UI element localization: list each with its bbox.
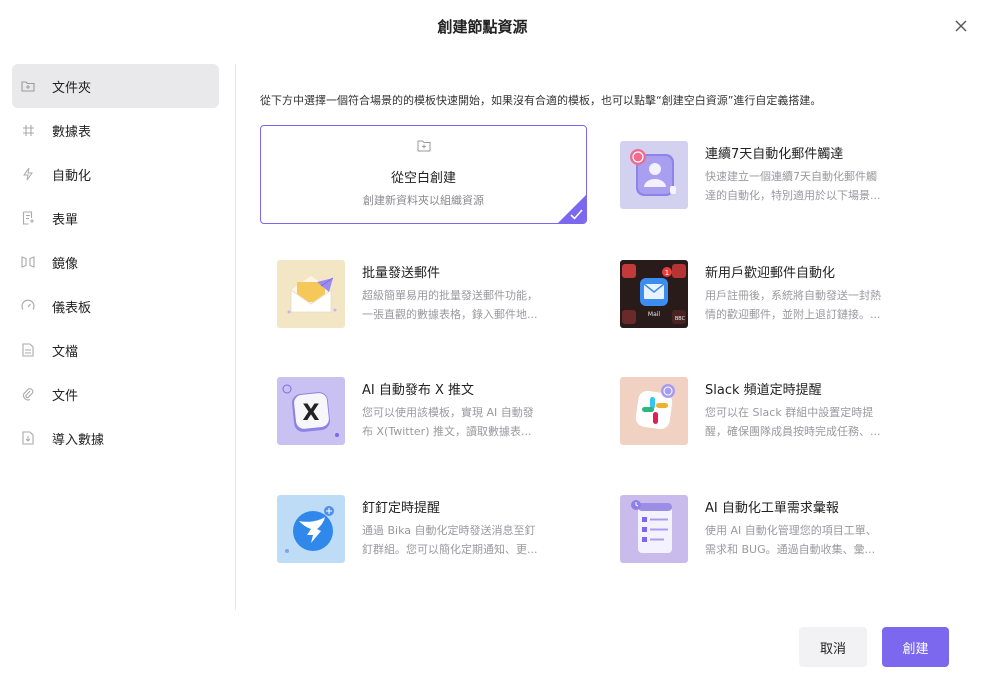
template-thumbnail xyxy=(620,377,688,445)
gauge-icon xyxy=(20,298,36,314)
template-title: 批量發送郵件 xyxy=(362,266,441,281)
create-button[interactable]: 創建 xyxy=(882,627,949,667)
sidebar-item-label: 導入數據 xyxy=(52,432,105,448)
sidebar-item-datasheet[interactable]: 數據表 xyxy=(12,108,219,152)
grid-icon xyxy=(20,122,36,138)
sidebar-item-folder[interactable]: 文件夾 xyxy=(12,64,219,108)
create-blank-subtitle: 創建新資料夾以組織資源 xyxy=(363,194,484,207)
template-description: 您可以使用該模板，實現 AI 自動發布 X(Twitter) 推文，讀取數據表.… xyxy=(362,406,534,438)
template-description: 超級簡單易用的批量發送郵件功能， 一張直觀的數據表格，錄入郵件地... xyxy=(362,289,538,321)
sidebar-item-label: 文件夾 xyxy=(52,80,92,96)
template-card[interactable]: X AI 自動發布 X 推文 您可以使用該模板，實現 AI 自動發布 X(Twi… xyxy=(277,377,577,447)
template-description: 用戶註冊後，系統將自動發送一封熱 情的歡迎郵件，並附上退訂鏈接。... xyxy=(705,289,881,321)
sidebar-item-automation[interactable]: 自動化 xyxy=(12,152,219,196)
template-card[interactable]: Slack 頻道定時提醒 您可以在 Slack 群組中設置定時提 醒，確保團隊成員… xyxy=(620,377,920,447)
paperclip-icon xyxy=(20,386,36,402)
bolt-icon xyxy=(20,166,36,182)
svg-text:BBC: BBC xyxy=(675,316,686,322)
folder-icon xyxy=(20,78,36,94)
sidebar-item-label: 表單 xyxy=(52,212,79,228)
template-title: 連續7天自動化郵件觸達 xyxy=(705,147,844,162)
template-title: AI 自動化工單需求彙報 xyxy=(705,501,839,516)
template-title: Slack 頻道定時提醒 xyxy=(705,383,822,398)
doc-icon xyxy=(20,342,36,358)
template-thumbnail: X xyxy=(277,377,345,445)
template-title: AI 自動發布 X 推文 xyxy=(362,383,475,398)
svg-text:1: 1 xyxy=(665,269,669,277)
template-thumbnail: 1 Mail BBC xyxy=(620,260,688,328)
create-blank-title: 從空白創建 xyxy=(390,171,456,186)
template-description: 使用 AI 自動化管理您的項目工單、 需求和 BUG。通過自動收集、彙... xyxy=(705,524,877,556)
sidebar-item-label: 自動化 xyxy=(52,168,92,184)
template-title: 新用戶歡迎郵件自動化 xyxy=(705,266,836,281)
svg-text:Mail: Mail xyxy=(648,311,661,318)
sidebar-item-label: 文檔 xyxy=(52,344,79,360)
template-description: 快速建立一個連續7天自動化郵件觸 達的自動化，特別適用於以下場景... xyxy=(705,170,881,202)
intro-text: 從下方中選擇一個符合場景的的模板快速開始，如果沒有合適的模板，也可以點擊“創建空… xyxy=(260,94,822,107)
selected-check-icon xyxy=(558,195,586,223)
template-title: 釘釘定時提醒 xyxy=(362,501,441,516)
sidebar-divider xyxy=(235,64,236,610)
sidebar-item-label: 鏡像 xyxy=(52,256,79,272)
cancel-button[interactable]: 取消 xyxy=(799,627,867,667)
template-card[interactable]: 釘釘定時提醒 通過 Bika 自動化定時發送消息至釘 釘群組。您可以簡化定期通知、… xyxy=(277,495,577,565)
sidebar-item-label: 儀表板 xyxy=(52,300,92,316)
close-button[interactable] xyxy=(951,16,971,36)
template-thumbnail xyxy=(620,141,688,209)
dialog-title: 創建節點資源 xyxy=(437,18,528,36)
template-thumbnail xyxy=(277,495,345,563)
resource-type-sidebar: 文件夾 數據表 自動化 表單 鏡像 儀表板 文檔 文件 導入數據 xyxy=(12,64,219,460)
form-icon xyxy=(20,210,36,226)
sidebar-item-label: 數據表 xyxy=(52,124,92,140)
create-blank-card[interactable]: 從空白創建 創建新資料夾以組織資源 xyxy=(260,125,587,224)
sidebar-item-document[interactable]: 文檔 xyxy=(12,328,219,372)
mirror-icon xyxy=(20,254,36,270)
template-description: 通過 Bika 自動化定時發送消息至釘 釘群組。您可以簡化定期通知、更... xyxy=(362,524,538,556)
sidebar-item-file[interactable]: 文件 xyxy=(12,372,219,416)
template-card[interactable]: AI 自動化工單需求彙報 使用 AI 自動化管理您的項目工單、 需求和 BUG。通… xyxy=(620,495,920,565)
template-thumbnail xyxy=(620,495,688,563)
template-thumbnail xyxy=(277,260,345,328)
sidebar-item-label: 文件 xyxy=(52,388,79,404)
sidebar-item-import[interactable]: 導入數據 xyxy=(12,416,219,460)
template-card[interactable]: 1 Mail BBC 新用戶歡迎郵件自動化 用戶註冊後，系統將自動發送一封熱 情的… xyxy=(620,260,920,330)
sidebar-item-dashboard[interactable]: 儀表板 xyxy=(12,284,219,328)
sidebar-item-form[interactable]: 表單 xyxy=(12,196,219,240)
close-icon xyxy=(955,20,967,32)
template-card[interactable]: 連續7天自動化郵件觸達 快速建立一個連續7天自動化郵件觸 達的自動化，特別適用於以… xyxy=(620,141,920,211)
import-icon xyxy=(20,430,36,446)
svg-text:X: X xyxy=(303,401,320,426)
sidebar-item-mirror[interactable]: 鏡像 xyxy=(12,240,219,284)
folder-plus-icon xyxy=(417,140,430,152)
template-card[interactable]: 批量發送郵件 超級簡單易用的批量發送郵件功能， 一張直觀的數據表格，錄入郵件地..… xyxy=(277,260,577,330)
template-description: 您可以在 Slack 群組中設置定時提 醒，確保團隊成員按時完成任務、... xyxy=(705,406,881,438)
